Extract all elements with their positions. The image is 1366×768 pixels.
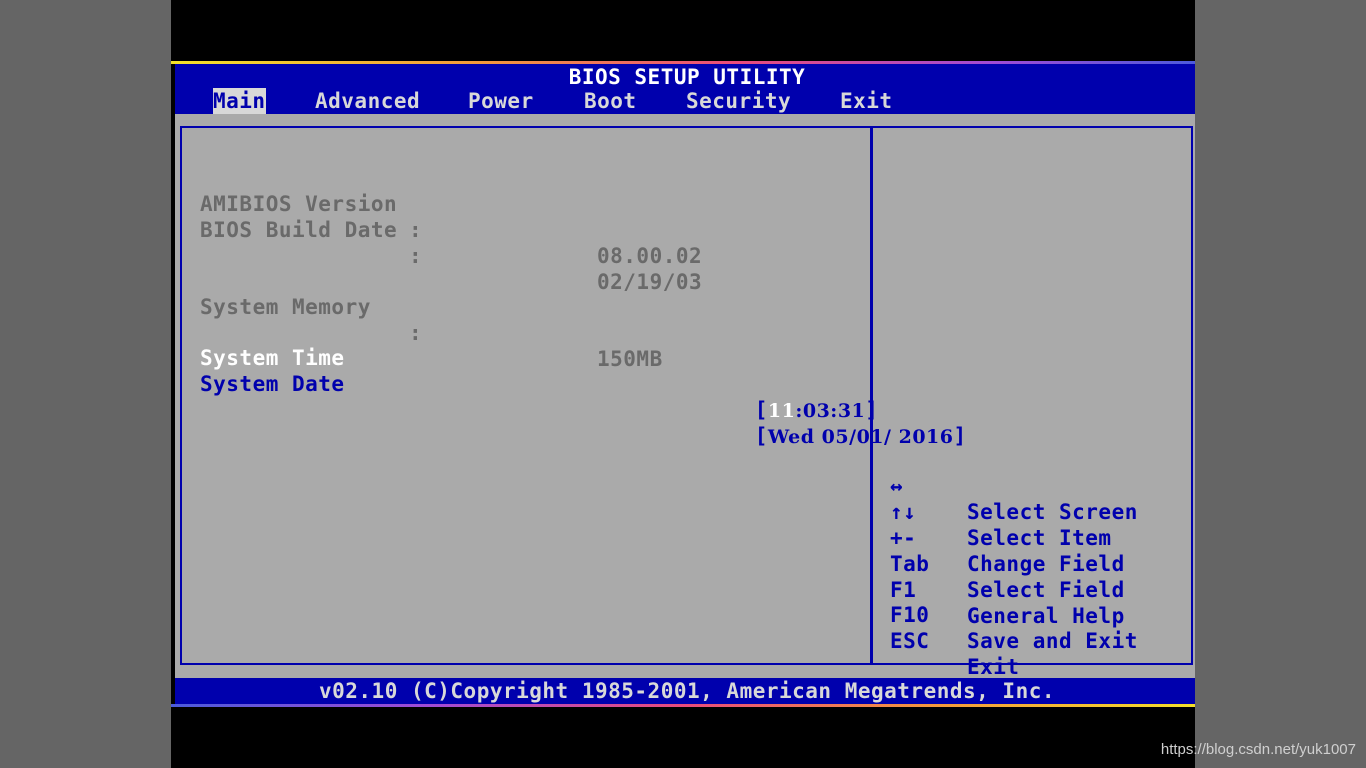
system-memory-separator: : [409, 321, 423, 345]
tab-main[interactable]: Main [213, 88, 266, 114]
help-key: ESC [890, 629, 930, 653]
system-memory-label: System Memory [200, 295, 371, 319]
tab-advanced[interactable]: Advanced [315, 88, 420, 114]
date-slash-1: / [849, 426, 857, 448]
tab-boot[interactable]: Boot [584, 88, 637, 114]
amibios-version-row: AMIBIOS Version : 08.00.02 [182, 165, 702, 268]
date-weekday: Wed [767, 426, 815, 448]
tab-exit[interactable]: Exit [840, 88, 893, 114]
bios-build-date-separator: : [409, 244, 423, 268]
watermark-url: https://blog.csdn.net/yuk1007 [1160, 741, 1356, 758]
settings-pane: AMIBIOS Version : 08.00.02 BIOS Build Da… [180, 126, 966, 665]
tab-security[interactable]: Security [686, 88, 791, 114]
main-panel: AMIBIOS Version : 08.00.02 BIOS Build Da… [175, 114, 1195, 679]
vm-display: BIOS SETUP UTILITY Main Advanced Power B… [171, 0, 1195, 768]
system-date-row[interactable]: System Date [Wed 05/01/ 2016] [182, 345, 966, 448]
copyright-footer: v02.10 (C)Copyright 1985-2001, American … [318, 679, 1055, 703]
help-item: F1 General Help [890, 551, 1124, 628]
bios-setup-screen: BIOS SETUP UTILITY Main Advanced Power B… [175, 64, 1195, 704]
bios-build-date-row: BIOS Build Date : 02/19/03 [182, 191, 702, 294]
tab-power[interactable]: Power [468, 88, 534, 114]
help-item: F10 Save and Exit [890, 576, 1137, 653]
help-item: Tab Select Field [890, 525, 1124, 602]
help-item: ↔ Select Screen [890, 447, 1137, 524]
bios-build-date-value: 02/19/03 [597, 270, 703, 294]
date-month-field[interactable]: 05 [822, 426, 849, 448]
help-item: +- Change Field [890, 499, 1124, 576]
date-open-bracket: [ [754, 424, 768, 448]
bios-title: BIOS SETUP UTILITY [568, 65, 806, 89]
amibios-version-value: 08.00.02 [597, 244, 703, 268]
help-item: ↑↓ Select Item [890, 473, 1111, 550]
help-pane: ↔ Select Screen ↑↓ Select Item +- Change… [871, 126, 1193, 679]
bottom-accent-stripe [171, 704, 1195, 707]
help-item: ESC Exit [890, 602, 1021, 679]
system-memory-value: 150MB [597, 347, 663, 371]
system-date-label[interactable]: System Date [200, 371, 345, 397]
help-description: Exit [967, 655, 1020, 679]
system-memory-row: System Memory : 150MB [182, 268, 662, 371]
menu-bar: Main Advanced Power Boot Security Exit [175, 88, 1195, 114]
bios-build-date-label: BIOS Build Date [200, 218, 398, 242]
amibios-version-separator: : [409, 218, 423, 242]
system-time-row[interactable]: System Time [11:03:31] [182, 319, 878, 422]
